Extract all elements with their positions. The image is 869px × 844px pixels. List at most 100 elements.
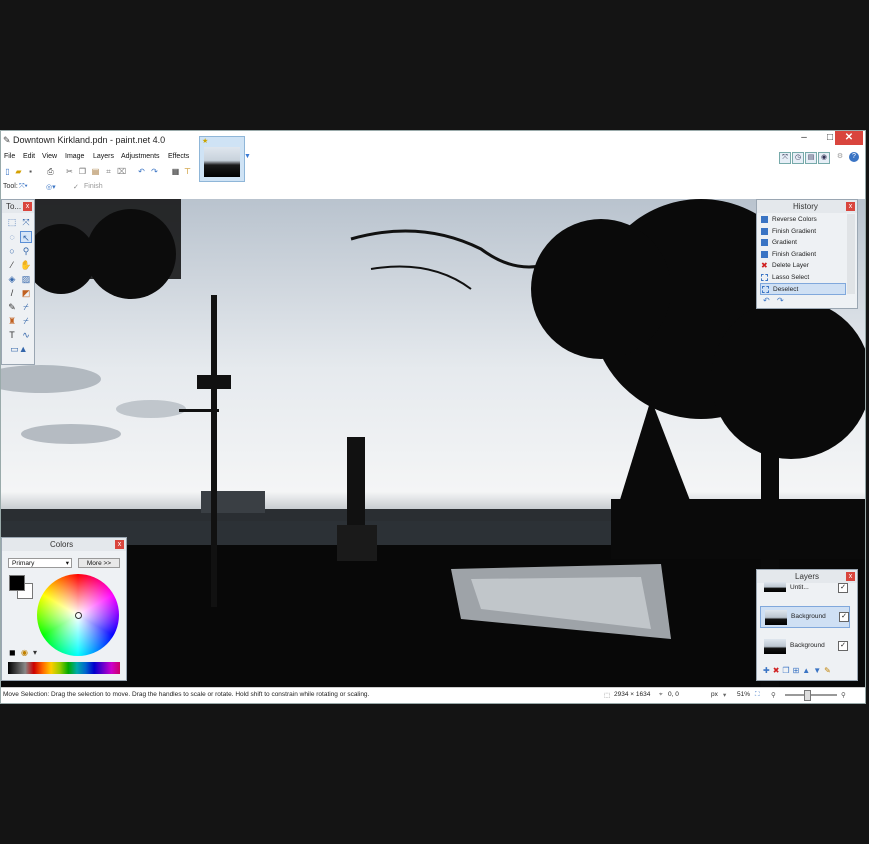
kirkland-photo xyxy=(1,199,865,687)
history-item[interactable]: Gradient xyxy=(760,237,846,249)
help-icon[interactable]: ? xyxy=(849,152,859,162)
move-layer-up-icon[interactable]: ▲ xyxy=(802,666,813,675)
tools-toggle-icon[interactable]: ⤧ xyxy=(779,152,791,164)
menu-edit[interactable]: Edit xyxy=(23,153,35,160)
eraser-icon[interactable]: ◩ xyxy=(20,287,32,299)
move-selected-icon[interactable]: ⤧ xyxy=(20,216,32,228)
layer-properties-icon[interactable]: ✎ xyxy=(824,666,834,675)
move-selection-icon[interactable]: ↖ xyxy=(20,231,32,243)
redo-icon[interactable]: ↷ xyxy=(150,167,159,176)
color-mode-select[interactable]: Primary ▾ xyxy=(8,558,72,568)
move-tool-icon[interactable]: ⤧▾ xyxy=(19,183,28,191)
undo-icon[interactable]: ↶ xyxy=(137,167,146,176)
chevron-down-icon[interactable]: ▾ xyxy=(33,648,37,657)
menu-view[interactable]: View xyxy=(42,153,57,160)
history-item-selected[interactable]: Deselect xyxy=(760,283,846,295)
ellipse-select-icon[interactable]: ○ xyxy=(6,245,18,257)
primary-color-swatch[interactable] xyxy=(9,575,25,591)
shapes-icon[interactable]: ▭▲ xyxy=(6,343,32,355)
grid-icon[interactable]: ▦ xyxy=(171,167,180,176)
print-icon[interactable]: ⎙ xyxy=(46,167,55,176)
history-item[interactable]: Finish Gradient xyxy=(760,226,846,238)
redo-icon[interactable]: ↷ xyxy=(777,296,784,305)
colors-toggle-icon[interactable]: ◉ xyxy=(818,152,830,164)
ruler-icon[interactable]: ⊤ xyxy=(183,167,192,176)
antialias-icon[interactable]: ◎▾ xyxy=(46,183,56,191)
duplicate-layer-icon[interactable]: ❐ xyxy=(782,666,792,675)
pan-icon[interactable]: ✋ xyxy=(20,259,32,271)
palette-icon[interactable]: ◉ xyxy=(21,648,28,657)
color-palette[interactable] xyxy=(8,662,120,674)
layer-item-selected[interactable]: Background ✓ xyxy=(760,606,850,628)
more-colors-button[interactable]: More >> xyxy=(78,558,120,568)
minimize-button[interactable]: – xyxy=(791,131,817,145)
merge-layer-icon[interactable]: ⊞ xyxy=(793,666,803,675)
copy-icon[interactable]: ❐ xyxy=(78,167,87,176)
recolor-icon[interactable]: ⌿ xyxy=(20,315,32,327)
rectangle-select-icon[interactable]: ⬚ xyxy=(6,216,18,228)
zoom-slider[interactable] xyxy=(785,694,837,696)
crop-icon[interactable]: ⌗ xyxy=(104,167,113,176)
gradient-icon[interactable]: ▨ xyxy=(20,273,32,285)
reset-colors-icon[interactable]: ◼ xyxy=(9,648,16,657)
add-layer-icon[interactable]: ✚ xyxy=(763,666,773,675)
chevron-down-icon[interactable]: ▼ xyxy=(244,153,251,160)
close-button[interactable]: ✕ xyxy=(835,131,863,145)
undo-icon[interactable]: ↶ xyxy=(763,296,770,305)
menu-layers[interactable]: Layers xyxy=(93,153,114,160)
close-icon[interactable]: x xyxy=(846,572,855,581)
zoom-out-icon[interactable]: ⚲ xyxy=(771,691,776,699)
layer-visibility-checkbox[interactable]: ✓ xyxy=(839,612,849,622)
layer-item[interactable]: Untit... ✓ xyxy=(760,582,850,596)
history-item[interactable]: Lasso Select xyxy=(760,272,846,284)
color-wheel-picker[interactable] xyxy=(75,612,82,619)
chevron-down-icon[interactable]: ▾ xyxy=(723,691,726,699)
clone-stamp-icon[interactable]: ♜ xyxy=(6,315,18,327)
layers-toggle-icon[interactable]: ▤ xyxy=(805,152,817,164)
close-icon[interactable]: x xyxy=(23,202,32,211)
menu-image[interactable]: Image xyxy=(65,153,84,160)
units-select[interactable]: px xyxy=(711,691,718,698)
menu-effects[interactable]: Effects xyxy=(168,153,189,160)
settings-icon[interactable]: ⚙ xyxy=(835,152,845,162)
zoom-fit-icon[interactable]: ⛶ xyxy=(755,691,760,699)
color-picker-icon[interactable]: ⌿ xyxy=(20,301,32,313)
close-icon[interactable]: x xyxy=(115,540,124,549)
history-toggle-icon[interactable]: ◷ xyxy=(792,152,804,164)
text-icon[interactable]: T xyxy=(6,329,18,341)
history-item[interactable]: Finish Gradient xyxy=(760,249,846,261)
move-layer-down-icon[interactable]: ▼ xyxy=(813,666,824,675)
finish-button[interactable]: Finish xyxy=(84,183,103,190)
menu-adjustments[interactable]: Adjustments xyxy=(121,153,160,160)
new-icon[interactable]: ▯ xyxy=(3,167,12,176)
delete-layer-icon[interactable]: ✖ xyxy=(773,666,783,675)
history-item[interactable]: Reverse Colors xyxy=(760,214,846,226)
paint-bucket-icon[interactable]: ◈ xyxy=(6,273,18,285)
layer-visibility-checkbox[interactable]: ✓ xyxy=(838,583,848,593)
layer-item[interactable]: Background ✓ xyxy=(760,636,850,658)
history-scrollbar[interactable] xyxy=(847,214,855,294)
zoom-in-icon[interactable]: ⚲ xyxy=(841,691,846,699)
colors-panel-title: Colors xyxy=(50,540,74,549)
deselect-icon[interactable]: ⌧ xyxy=(117,167,126,176)
layer-visibility-checkbox[interactable]: ✓ xyxy=(838,641,848,651)
app-window: ✎ Downtown Kirkland.pdn - paint.net 4.0 … xyxy=(0,130,866,704)
cut-icon[interactable]: ✂ xyxy=(65,167,74,176)
zoom-value[interactable]: 51% xyxy=(737,691,750,698)
menu-file[interactable]: File xyxy=(4,153,15,160)
zoom-slider-handle[interactable] xyxy=(804,690,811,701)
line-curve-icon[interactable]: ∿ xyxy=(20,329,32,341)
color-wheel[interactable] xyxy=(37,574,119,656)
magic-wand-icon[interactable]: ⁄ xyxy=(6,259,18,271)
image-tab-thumbnail[interactable]: ★ xyxy=(199,136,245,182)
image-canvas[interactable] xyxy=(1,199,865,687)
zoom-icon[interactable]: ⚲ xyxy=(20,245,32,257)
paste-icon[interactable]: ▤ xyxy=(91,167,100,176)
history-item[interactable]: ✖ Delete Layer xyxy=(760,260,846,272)
pencil-icon[interactable]: ✎ xyxy=(6,301,18,313)
close-icon[interactable]: x xyxy=(846,202,855,211)
paintbrush-icon[interactable]: / xyxy=(6,287,18,299)
open-icon[interactable]: ▰ xyxy=(14,167,23,176)
lasso-select-icon[interactable]: ◌ xyxy=(6,231,18,243)
save-icon[interactable]: ▪ xyxy=(26,167,35,176)
